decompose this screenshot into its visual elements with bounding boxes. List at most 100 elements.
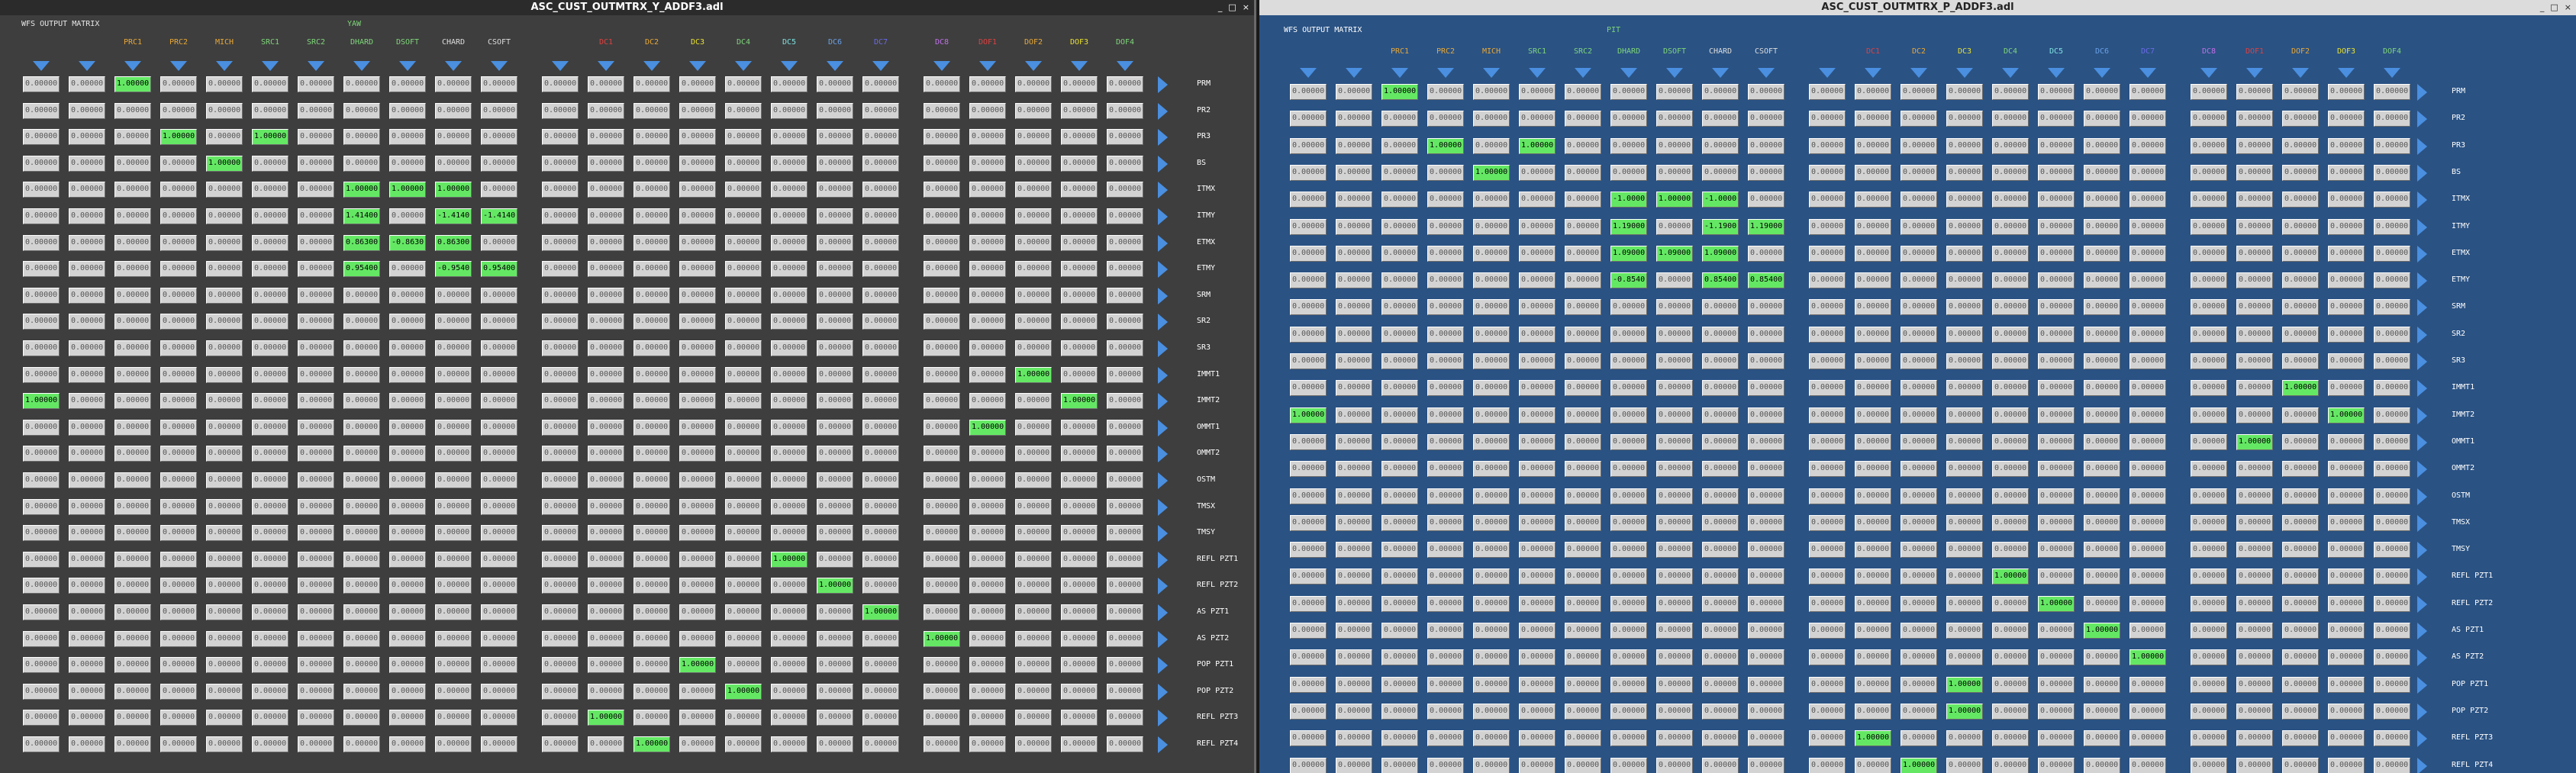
- matrix-element-field[interactable]: 0.00000: [1381, 568, 1418, 585]
- matrix-element-field[interactable]: 0.00000: [817, 287, 853, 304]
- matrix-element-field[interactable]: 0.00000: [2282, 595, 2319, 612]
- matrix-element-field[interactable]: 0.00000: [160, 393, 197, 410]
- matrix-element-field[interactable]: 0.00000: [69, 314, 105, 330]
- matrix-element-field[interactable]: 0.00000: [1748, 595, 1785, 612]
- matrix-element-field[interactable]: 0.00000: [725, 393, 762, 410]
- matrix-element-field[interactable]: 0.00000: [1656, 595, 1693, 612]
- matrix-element-field[interactable]: 0.00000: [2038, 164, 2075, 181]
- column-select-down-arrow-icon[interactable]: [643, 61, 660, 71]
- matrix-element-field[interactable]: 0.00000: [252, 261, 289, 278]
- matrix-element-field[interactable]: 0.00000: [160, 314, 197, 330]
- matrix-element-field[interactable]: 0.00000: [679, 314, 716, 330]
- matrix-element-field[interactable]: 0.00000: [343, 155, 380, 172]
- matrix-element-field[interactable]: 0.00000: [1565, 380, 1601, 397]
- matrix-element-field[interactable]: 0.00000: [924, 340, 960, 356]
- matrix-element-field[interactable]: 0.00000: [69, 498, 105, 515]
- matrix-element-field[interactable]: 0.00000: [725, 76, 762, 92]
- matrix-element-field[interactable]: 0.00000: [1107, 76, 1143, 92]
- matrix-element-field[interactable]: 0.00000: [481, 604, 517, 620]
- matrix-element-field[interactable]: 0.00000: [2374, 164, 2410, 181]
- matrix-element-field[interactable]: 0.00000: [542, 182, 579, 198]
- matrix-element-field[interactable]: 0.00000: [1565, 353, 1601, 369]
- column-select-down-arrow-icon[interactable]: [872, 61, 889, 71]
- matrix-element-field[interactable]: 0.00000: [1473, 676, 1510, 693]
- matrix-element-field[interactable]: 0.00000: [1702, 542, 1739, 559]
- matrix-element-field[interactable]: 0.00000: [2191, 757, 2227, 773]
- matrix-element-field[interactable]: 0.00000: [679, 208, 716, 224]
- matrix-element-field[interactable]: 0.00000: [634, 366, 670, 383]
- matrix-element-field[interactable]: 0.00000: [817, 657, 853, 674]
- matrix-element-field[interactable]: 0.00000: [435, 657, 472, 674]
- matrix-element-field[interactable]: 0.00000: [435, 525, 472, 542]
- matrix-element-field[interactable]: 0.00000: [2282, 703, 2319, 720]
- matrix-element-field[interactable]: 0.00000: [1901, 568, 1937, 585]
- matrix-element-field[interactable]: 0.00000: [1809, 137, 1846, 154]
- matrix-element-field[interactable]: 0.00000: [160, 630, 197, 647]
- matrix-element-field[interactable]: 0.00000: [542, 472, 579, 488]
- matrix-element-field[interactable]: 0.00000: [1473, 623, 1510, 639]
- row-select-right-arrow-icon[interactable]: [1158, 393, 1168, 411]
- matrix-element-field[interactable]: 0.00000: [69, 657, 105, 674]
- matrix-element-field[interactable]: 0.00000: [481, 419, 517, 436]
- matrix-element-field[interactable]: 0.00000: [588, 182, 624, 198]
- matrix-element-field[interactable]: 0.00000: [114, 683, 151, 700]
- matrix-element-field[interactable]: 0.00000: [1809, 730, 1846, 747]
- row-select-right-arrow-icon[interactable]: [2417, 380, 2427, 398]
- matrix-element-field[interactable]: 0.00000: [1748, 623, 1785, 639]
- matrix-element-field[interactable]: 0.00000: [1015, 551, 1052, 568]
- row-select-right-arrow-icon[interactable]: [2417, 623, 2427, 639]
- matrix-element-field[interactable]: 0.00000: [2129, 218, 2166, 235]
- matrix-element-field[interactable]: 0.00000: [2328, 111, 2365, 127]
- matrix-element-field[interactable]: 0.00000: [679, 393, 716, 410]
- matrix-element-field[interactable]: 0.00000: [252, 551, 289, 568]
- matrix-element-field[interactable]: 0.00000: [2282, 433, 2319, 450]
- matrix-element-field[interactable]: 0.00000: [160, 208, 197, 224]
- row-select-right-arrow-icon[interactable]: [1158, 446, 1168, 463]
- matrix-element-field[interactable]: 0.00000: [2374, 245, 2410, 262]
- matrix-element-field[interactable]: 0.00000: [1901, 703, 1937, 720]
- matrix-element-field[interactable]: 0.00000: [1901, 245, 1937, 262]
- matrix-element-field[interactable]: 0.00000: [1748, 245, 1785, 262]
- column-select-down-arrow-icon[interactable]: [2338, 68, 2355, 78]
- matrix-element-field[interactable]: 0.00000: [298, 102, 334, 119]
- matrix-element-field[interactable]: 0.00000: [389, 710, 426, 726]
- matrix-element-field[interactable]: 0.00000: [2129, 461, 2166, 478]
- matrix-element-field[interactable]: 0.00000: [1992, 164, 2029, 181]
- matrix-element-field[interactable]: 0.95400: [481, 261, 517, 278]
- matrix-element-field[interactable]: 0.00000: [1290, 595, 1327, 612]
- matrix-element-field[interactable]: 0.00000: [23, 446, 60, 462]
- matrix-element-field[interactable]: 0.00000: [435, 683, 472, 700]
- matrix-element-field[interactable]: 0.00000: [69, 525, 105, 542]
- matrix-element-field[interactable]: 0.00000: [1610, 568, 1647, 585]
- matrix-element-field[interactable]: 0.00000: [1015, 736, 1052, 752]
- matrix-element-field[interactable]: 0.00000: [1610, 84, 1647, 100]
- matrix-element-field[interactable]: 0.00000: [969, 657, 1006, 674]
- matrix-element-field[interactable]: 0.00000: [114, 129, 151, 146]
- matrix-element-field[interactable]: 0.00000: [725, 234, 762, 251]
- matrix-element-field[interactable]: 0.00000: [2191, 137, 2227, 154]
- matrix-element-field[interactable]: 0.00000: [1610, 595, 1647, 612]
- matrix-element-field[interactable]: 0.00000: [1809, 649, 1846, 666]
- matrix-element-field[interactable]: 0.00000: [1702, 433, 1739, 450]
- column-select-down-arrow-icon[interactable]: [933, 61, 950, 71]
- matrix-element-field[interactable]: 0.00000: [23, 736, 60, 752]
- matrix-element-field[interactable]: 0.00000: [23, 182, 60, 198]
- matrix-element-field[interactable]: 0.00000: [23, 498, 60, 515]
- matrix-element-field[interactable]: 0.00000: [1519, 488, 1556, 504]
- matrix-element-field[interactable]: 0.00000: [1702, 461, 1739, 478]
- matrix-element-field[interactable]: 0.00000: [1061, 129, 1098, 146]
- matrix-element-field[interactable]: 0.00000: [1992, 111, 2029, 127]
- matrix-element-field[interactable]: 0.00000: [1610, 433, 1647, 450]
- matrix-element-field[interactable]: 0.00000: [2191, 542, 2227, 559]
- matrix-element-field[interactable]: 0.00000: [1901, 84, 1937, 100]
- matrix-element-field[interactable]: 0.00000: [771, 182, 808, 198]
- row-select-right-arrow-icon[interactable]: [2417, 84, 2427, 101]
- matrix-element-field[interactable]: 0.00000: [1473, 595, 1510, 612]
- matrix-element-field[interactable]: 0.00000: [771, 736, 808, 752]
- matrix-element-field[interactable]: 0.00000: [1656, 164, 1693, 181]
- matrix-element-field[interactable]: 0.00000: [1565, 649, 1601, 666]
- matrix-element-field[interactable]: 0.00000: [542, 208, 579, 224]
- matrix-element-field[interactable]: 0.00000: [1946, 433, 1983, 450]
- matrix-element-field[interactable]: 0.00000: [725, 261, 762, 278]
- matrix-element-field[interactable]: 0.00000: [252, 340, 289, 356]
